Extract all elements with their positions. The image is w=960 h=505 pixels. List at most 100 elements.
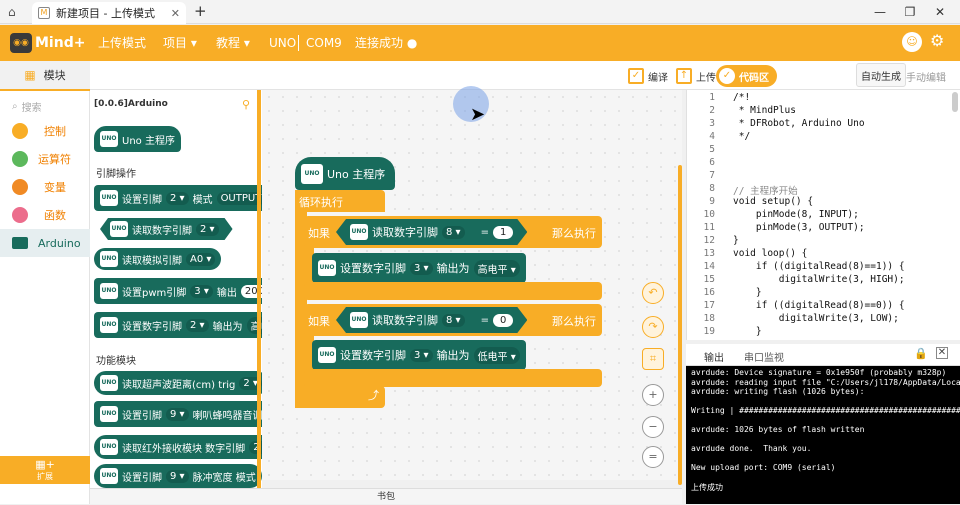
- board-menu[interactable]: UNO: [269, 25, 296, 61]
- operators-dot-icon: [12, 151, 28, 167]
- condition-eq-1[interactable]: UNO 读取数字引脚 8 ▾ = 1: [336, 219, 527, 245]
- palette-set-pin-mode[interactable]: UNO 设置引脚 2 ▾ 模式 OUTPUT: [94, 185, 262, 211]
- zoom-reset-button[interactable]: =: [642, 446, 664, 468]
- block-label: 设置数字引脚: [122, 321, 182, 333]
- palette-pulse-width[interactable]: UNO 设置引脚 9 ▾ 脉冲宽度 模式: [94, 464, 262, 488]
- category-operators[interactable]: 运算符: [0, 145, 90, 173]
- serial-monitor-tab[interactable]: 串口监视: [744, 349, 784, 364]
- code-line-number: 11: [703, 222, 715, 233]
- zoom-out-button[interactable]: −: [642, 416, 664, 438]
- uno-icon: UNO: [350, 312, 368, 328]
- undo-button[interactable]: ↶: [642, 282, 664, 304]
- compile-button[interactable]: ✓ 编译: [628, 65, 668, 87]
- pin-dropdown[interactable]: 9 ▾: [166, 407, 189, 421]
- block-label: 设置数字引脚: [340, 262, 406, 275]
- pin-icon[interactable]: ⚲: [242, 98, 250, 111]
- palette-scrollbar[interactable]: [257, 90, 261, 490]
- section-functions: 功能模块: [96, 356, 136, 367]
- code-line: // 主程序开始: [733, 186, 798, 197]
- category-control[interactable]: 控制: [0, 117, 90, 145]
- pin-dropdown[interactable]: 3 ▾: [410, 261, 433, 275]
- if-end-2: [304, 369, 602, 387]
- palette-set-pwm[interactable]: UNO 设置pwm引脚 3 ▾ 输出 200: [94, 278, 262, 304]
- output-tab[interactable]: 输出: [704, 349, 724, 364]
- level-dropdown[interactable]: 低电平 ▾: [473, 346, 520, 364]
- upload-button[interactable]: ↑ 上传: [676, 65, 716, 87]
- output-line: avrdude: writing flash (1026 bytes):: [691, 387, 865, 396]
- palette-buzzer[interactable]: UNO 设置引脚 9 ▾ 喇叭蜂鸣器音调为: [94, 401, 262, 427]
- pin-dropdown[interactable]: 8 ▾: [442, 226, 465, 239]
- redo-button[interactable]: ↷: [642, 316, 664, 338]
- pin-dropdown[interactable]: 9 ▾: [166, 469, 189, 483]
- pin-dropdown[interactable]: 3 ▾: [410, 348, 433, 362]
- main-program-block[interactable]: UNO Uno 主程序: [295, 157, 396, 190]
- extension-button[interactable]: ▦+ 扩展: [0, 456, 90, 484]
- code-view[interactable]: 1 /*! 2 * MindPlus 3 * DFRobot, Arduino Uno…: [686, 90, 960, 340]
- pin-dropdown[interactable]: 2 ▾: [166, 191, 189, 205]
- palette-read-analog[interactable]: UNO 读取模拟引脚 A0 ▾: [94, 248, 222, 270]
- gear-icon[interactable]: ⚙: [930, 31, 944, 50]
- block-label: 读取数字引脚: [372, 226, 438, 239]
- home-icon[interactable]: ⌂: [8, 5, 16, 19]
- palette-set-digital[interactable]: UNO 设置数字引脚 2 ▾ 输出为 高电: [94, 312, 262, 338]
- set-digital-high[interactable]: UNO 设置数字引脚 3 ▾ 输出为 高电平 ▾: [312, 253, 526, 283]
- code-line: */: [733, 131, 751, 142]
- tutorial-menu[interactable]: 教程 ▾: [216, 25, 250, 61]
- manual-edit-label: 手动编辑: [906, 72, 946, 84]
- set-digital-low[interactable]: UNO 设置数字引脚 3 ▾ 输出为 低电平 ▾: [312, 340, 526, 370]
- pin-dropdown[interactable]: 3 ▾: [190, 284, 213, 298]
- code-line-number: 13: [703, 248, 715, 259]
- palette-read-digital[interactable]: UNO 读取数字引脚 2 ▾: [100, 218, 233, 240]
- pin-dropdown[interactable]: A0 ▾: [186, 252, 216, 266]
- script-canvas[interactable]: UNO Uno 主程序 循环执行 如果 那么执行 UNO 读取数字引脚 8 ▾ …: [262, 86, 682, 480]
- module-tab[interactable]: ▦ 模块: [0, 61, 90, 91]
- palette-main-block[interactable]: UNO Uno 主程序: [94, 126, 181, 152]
- category-functions[interactable]: 函数: [0, 201, 90, 229]
- uno-icon: UNO: [318, 260, 336, 276]
- uno-icon: UNO: [100, 317, 118, 333]
- compare-value-input[interactable]: 0: [493, 314, 513, 327]
- upload-mode-menu[interactable]: 上传模式: [98, 25, 146, 61]
- port-menu[interactable]: COM9: [306, 25, 342, 61]
- new-tab-button[interactable]: +: [194, 2, 207, 20]
- code-area-toggle[interactable]: ✓ 代码区: [716, 65, 777, 87]
- pin-dropdown[interactable]: 2 ▾: [186, 318, 209, 332]
- category-variables[interactable]: 变量: [0, 173, 90, 201]
- tab-close-icon[interactable]: ✕: [171, 7, 180, 20]
- code-area-label: 代码区: [739, 72, 769, 84]
- manual-edit-tab[interactable]: 手动编辑: [906, 65, 946, 87]
- loop-block[interactable]: 循环执行: [295, 190, 385, 212]
- lock-icon[interactable]: 🔒: [914, 347, 928, 360]
- section-pin-ops: 引脚操作: [96, 169, 136, 180]
- mode-dropdown[interactable]: OUTPUT: [216, 191, 262, 205]
- palette-ultrasonic[interactable]: UNO 读取超声波距离(cm) trig 2 ▾: [94, 371, 262, 395]
- logo-text: Mind+: [35, 35, 86, 51]
- then-label: 那么执行: [552, 227, 596, 240]
- block-label: Uno 主程序: [327, 167, 386, 181]
- level-dropdown[interactable]: 高电平 ▾: [473, 259, 520, 277]
- code-line-number: 1: [709, 92, 715, 103]
- search-box[interactable]: ⌕ 搜索: [12, 97, 82, 115]
- project-tab[interactable]: M 新建项目 - 上传模式 ✕: [32, 2, 186, 24]
- condition-eq-2[interactable]: UNO 读取数字引脚 8 ▾ = 0: [336, 307, 527, 333]
- block-palette: [0.0.6]Arduino ⚲ UNO Uno 主程序 引脚操作 UNO 设置…: [90, 90, 262, 504]
- pin-dropdown[interactable]: 2 ▾: [196, 223, 219, 236]
- auto-generate-tab[interactable]: 自动生成: [856, 63, 906, 87]
- clear-output-icon[interactable]: ✕: [936, 347, 948, 359]
- category-arduino[interactable]: Arduino: [0, 229, 90, 257]
- canvas-scrollbar[interactable]: [678, 165, 682, 485]
- output-console[interactable]: avrdude: Device signature = 0x1e950f (pr…: [686, 366, 960, 504]
- robot-icon[interactable]: ☺: [902, 32, 922, 52]
- pin-dropdown[interactable]: 8 ▾: [442, 314, 465, 327]
- palette-header: [0.0.6]Arduino: [94, 99, 168, 109]
- if-label: 如果: [308, 227, 330, 240]
- code-scrollbar[interactable]: [952, 92, 958, 112]
- clean-up-button[interactable]: ⌗: [642, 348, 664, 370]
- palette-ir-receiver[interactable]: UNO 读取红外接收模块 数字引脚 2 ▾: [94, 435, 262, 459]
- zoom-in-button[interactable]: +: [642, 384, 664, 406]
- backpack-bar[interactable]: 书包: [90, 488, 682, 504]
- compare-value-input[interactable]: 1: [493, 226, 513, 239]
- project-menu[interactable]: 项目 ▾: [163, 25, 197, 61]
- mindplus-logo: ◉◉ Mind+: [10, 31, 85, 55]
- close-window-button[interactable]: ✕: [920, 2, 960, 22]
